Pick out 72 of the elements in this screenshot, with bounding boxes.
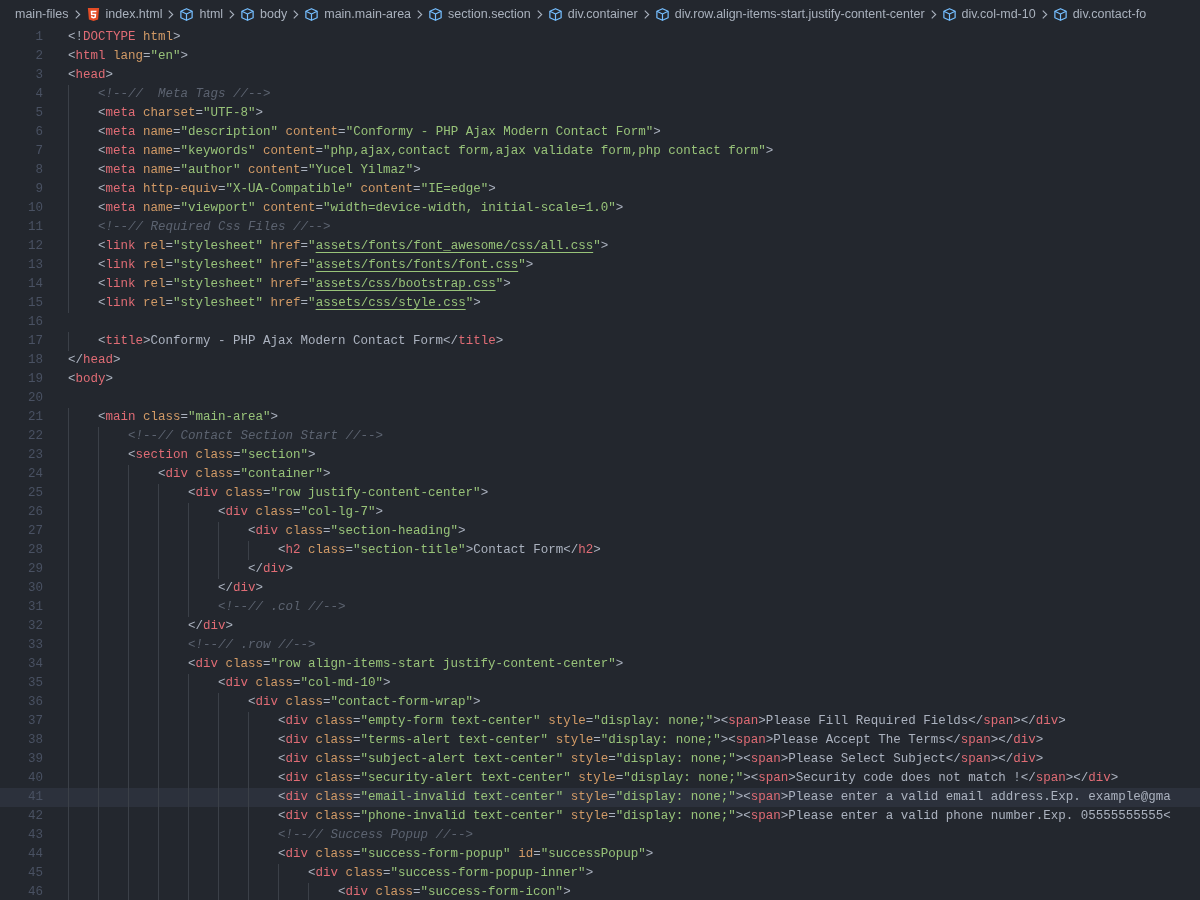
code-line: <div class="row justify-content-center"> bbox=[187, 486, 489, 500]
code-line: </div> bbox=[247, 562, 294, 576]
code-line: <div class="success-form-popup" id="successPopup"> bbox=[277, 847, 654, 861]
code-line: <link rel="stylesheet" href="assets/fonts/font_awesome/css/all.css"> bbox=[97, 239, 609, 253]
code-line: <div class="security-alert text-center" style="display: none;"><span>Security code does not match !</span></div> bbox=[277, 771, 1119, 785]
code-line: <div class="col-md-10"> bbox=[217, 676, 391, 690]
code-line: </div> bbox=[217, 581, 264, 595]
code-line: <div class="col-lg-7"> bbox=[217, 505, 384, 519]
code-line: <link rel="stylesheet" href="assets/fonts/fonts/font.css"> bbox=[97, 258, 534, 272]
code-line: <html lang="en"> bbox=[68, 49, 189, 63]
breadcrumb-item[interactable]: section.section bbox=[428, 6, 531, 22]
chevron-icon bbox=[73, 8, 81, 20]
cube-icon bbox=[654, 6, 670, 22]
breadcrumb-item[interactable]: div.col-md-10 bbox=[941, 6, 1036, 22]
code-line: <meta name="keywords" content="php,ajax,contact form,ajax validate form,php contact form"> bbox=[97, 144, 774, 158]
chevron-icon bbox=[929, 8, 937, 20]
code-line: <link rel="stylesheet" href="assets/css/style.css"> bbox=[97, 296, 481, 310]
code-line: <h2 class="section-title">Contact Form</h2> bbox=[277, 543, 601, 557]
breadcrumb-item[interactable]: div.contact-fo bbox=[1052, 6, 1147, 22]
cube-icon bbox=[428, 6, 444, 22]
code-line: <title>Conformy - PHP Ajax Modern Contact Form</title> bbox=[97, 334, 504, 348]
cube-icon bbox=[179, 6, 195, 22]
code-line: <div class="section-heading"> bbox=[247, 524, 466, 538]
code-line: <meta http-equiv="X-UA-Compatible" content="IE=edge"> bbox=[97, 182, 496, 196]
breadcrumb-item[interactable]: html bbox=[179, 6, 224, 22]
breadcrumb-item[interactable]: main.main-area bbox=[304, 6, 412, 22]
html5-icon bbox=[85, 6, 101, 22]
code-line: <main class="main-area"> bbox=[97, 410, 279, 424]
code-line: <div class="subject-alert text-center" style="display: none;"><span>Please Select Subject</span></div> bbox=[277, 752, 1044, 766]
code-line: <div class="contact-form-wrap"> bbox=[247, 695, 481, 709]
code-line: <div class="success-form-popup-inner"> bbox=[307, 866, 594, 880]
chevron-icon bbox=[642, 8, 650, 20]
code-line: <div class="row align-items-start justify-content-center"> bbox=[187, 657, 624, 671]
cube-icon bbox=[304, 6, 320, 22]
code-line: <head> bbox=[68, 68, 114, 82]
code-line: <meta charset="UTF-8"> bbox=[97, 106, 264, 120]
chevron-icon bbox=[1040, 8, 1048, 20]
chevron-icon bbox=[228, 8, 236, 20]
chevron-icon bbox=[292, 8, 300, 20]
code-line: <!--// Success Popup //--> bbox=[277, 828, 474, 842]
code-line: <div class="email-invalid text-center" style="display: none;"><span>Please enter a valid email address.Exp. example@gma bbox=[277, 790, 1171, 804]
chevron-icon bbox=[535, 8, 543, 20]
code-line: <section class="section"> bbox=[127, 448, 316, 462]
chevron-icon bbox=[416, 8, 424, 20]
cube-icon bbox=[1052, 6, 1068, 22]
breadcrumb-item[interactable]: div.row.align-items-start.justify-content-center bbox=[654, 6, 925, 22]
code-line: <meta name="description" content="Conformy - PHP Ajax Modern Contact Form"> bbox=[97, 125, 661, 139]
breadcrumb-item[interactable]: index.html bbox=[85, 6, 163, 22]
code-line: <div class="empty-form text-center" style="display: none;"><span>Please Fill Required Fields</span></div> bbox=[277, 714, 1066, 728]
code-line: <div class="terms-alert text-center" style="display: none;"><span>Please Accept The Terms</span></div> bbox=[277, 733, 1044, 747]
code-line: </div> bbox=[187, 619, 234, 633]
code-line: <!--// Meta Tags //--> bbox=[97, 87, 271, 101]
cube-icon bbox=[240, 6, 256, 22]
code-line: <div class="phone-invalid text-center" style="display: none;"><span>Please enter a valid phone number.Exp. 05555555555< bbox=[277, 809, 1171, 823]
breadcrumb-item[interactable]: div.container bbox=[547, 6, 638, 22]
code-line: <body> bbox=[68, 372, 114, 386]
cube-icon bbox=[547, 6, 563, 22]
cube-icon bbox=[941, 6, 957, 22]
breadcrumb-item[interactable]: main-files bbox=[15, 7, 69, 21]
code-line: <link rel="stylesheet" href="assets/css/bootstrap.css"> bbox=[97, 277, 511, 291]
code-line: <div class="container"> bbox=[157, 467, 331, 481]
code-line: <div class="success-form-icon"> bbox=[337, 885, 571, 899]
code-line: <meta name="author" content="Yucel Yilmaz"> bbox=[97, 163, 421, 177]
code-line: <!DOCTYPE html> bbox=[68, 30, 181, 44]
code-line: <meta name="viewport" content="width=device-width, initial-scale=1.0"> bbox=[97, 201, 624, 215]
code-line: <!--// Required Css Files //--> bbox=[97, 220, 331, 234]
chevron-icon bbox=[167, 8, 175, 20]
breadcrumb-item[interactable]: body bbox=[240, 6, 288, 22]
code-line: <!--// .row //--> bbox=[187, 638, 316, 652]
code-line: </head> bbox=[68, 353, 121, 367]
code-line: <!--// Contact Section Start //--> bbox=[127, 429, 384, 443]
code-line: <!--// .col //--> bbox=[217, 600, 346, 614]
